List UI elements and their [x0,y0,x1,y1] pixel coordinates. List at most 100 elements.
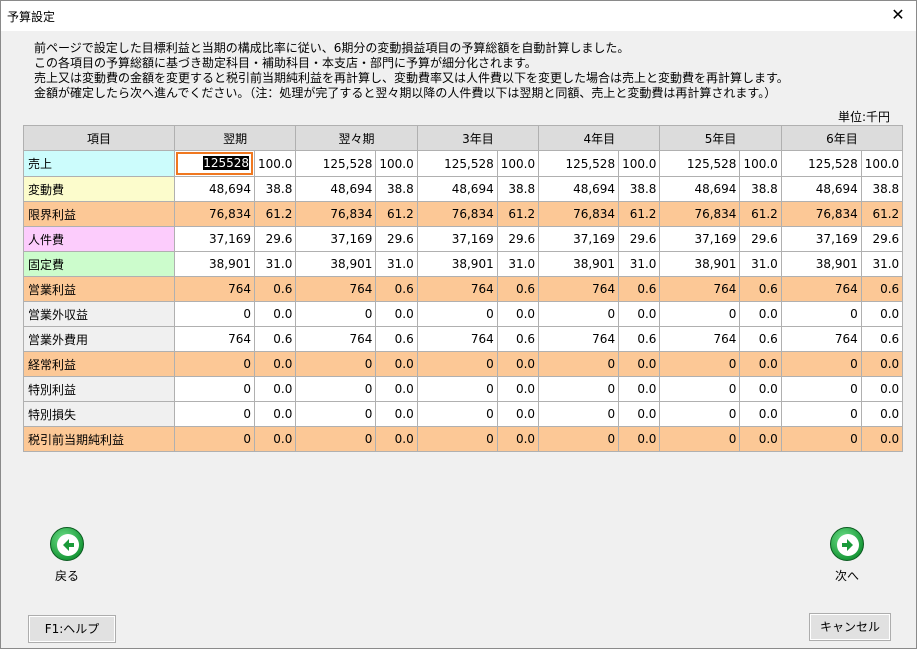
amount-cell[interactable]: 125,528 [538,150,620,177]
amount-cell[interactable]: 764 [174,326,255,352]
amount-cell[interactable]: 0 [780,351,862,377]
amount-cell[interactable]: 48,694 [780,176,862,202]
amount-cell[interactable]: 764 [780,326,862,352]
ratio-cell[interactable]: 0.0 [253,401,297,427]
ratio-cell[interactable]: 0.0 [253,426,297,452]
amount-cell[interactable]: 0 [295,376,377,402]
amount-cell[interactable]: 0 [416,351,498,377]
amount-cell[interactable]: 0 [295,401,377,427]
ratio-cell[interactable]: 38.8 [860,176,904,202]
amount-cell[interactable]: 76,834 [295,201,377,227]
ratio-cell[interactable]: 0.0 [618,351,661,377]
ratio-cell[interactable]: 38.8 [739,176,782,202]
amount-cell[interactable]: 48,694 [416,176,498,202]
ratio-cell[interactable]: 31.0 [739,251,782,277]
amount-cell[interactable]: 38,901 [538,251,620,277]
amount-input[interactable]: 125528 [176,152,253,175]
ratio-cell[interactable]: 0.6 [860,276,904,302]
amount-cell[interactable]: 0 [174,376,255,402]
ratio-cell[interactable]: 0.0 [618,426,661,452]
ratio-cell[interactable]: 0.0 [375,301,418,327]
amount-cell[interactable]: 38,901 [780,251,862,277]
ratio-cell[interactable]: 0.6 [496,326,540,352]
amount-cell[interactable]: 76,834 [659,201,741,227]
amount-cell[interactable]: 76,834 [174,201,255,227]
amount-cell[interactable]: 764 [295,326,377,352]
amount-cell[interactable]: 0 [538,401,620,427]
amount-cell[interactable]: 37,169 [780,226,862,252]
ratio-cell[interactable]: 0.0 [739,401,782,427]
amount-cell[interactable]: 0 [659,301,741,327]
ratio-cell[interactable]: 0.6 [739,276,782,302]
ratio-cell[interactable]: 0.0 [618,401,661,427]
ratio-cell[interactable]: 0.6 [618,326,661,352]
amount-cell[interactable]: 38,901 [416,251,498,277]
amount-cell[interactable]: 0 [659,401,741,427]
ratio-cell[interactable]: 0.6 [739,326,782,352]
ratio-cell[interactable]: 0.0 [375,401,418,427]
ratio-cell[interactable]: 0.0 [860,301,904,327]
amount-cell[interactable]: 764 [659,276,741,302]
ratio-cell[interactable]: 31.0 [253,251,297,277]
amount-cell[interactable]: 0 [416,401,498,427]
amount-cell[interactable]: 0 [538,426,620,452]
amount-cell[interactable]: 125,528 [780,150,862,177]
ratio-cell[interactable]: 0.0 [496,301,540,327]
ratio-cell[interactable]: 31.0 [618,251,661,277]
ratio-cell[interactable]: 100.0 [739,150,782,177]
amount-cell[interactable]: 37,169 [416,226,498,252]
ratio-cell[interactable]: 31.0 [375,251,418,277]
ratio-cell[interactable]: 0.0 [860,426,904,452]
amount-cell[interactable]: 38,901 [659,251,741,277]
ratio-cell[interactable]: 0.0 [618,301,661,327]
ratio-cell[interactable]: 0.6 [253,326,297,352]
amount-cell[interactable]: 0 [174,301,255,327]
ratio-cell[interactable]: 0.0 [739,426,782,452]
amount-cell[interactable]: 764 [174,276,255,302]
ratio-cell[interactable]: 0.0 [618,376,661,402]
ratio-cell[interactable]: 0.0 [253,301,297,327]
ratio-cell[interactable]: 0.0 [739,301,782,327]
ratio-cell[interactable]: 29.6 [253,226,297,252]
amount-cell[interactable]: 37,169 [659,226,741,252]
amount-cell[interactable]: 0 [780,401,862,427]
amount-cell[interactable]: 764 [780,276,862,302]
ratio-cell[interactable]: 61.2 [496,201,540,227]
ratio-cell[interactable]: 29.6 [375,226,418,252]
ratio-cell[interactable]: 0.6 [496,276,540,302]
amount-cell[interactable]: 125,528 [295,150,377,177]
ratio-cell[interactable]: 0.0 [496,426,540,452]
amount-cell[interactable]: 0 [780,301,862,327]
ratio-cell[interactable]: 100.0 [375,150,418,177]
ratio-cell[interactable]: 0.0 [253,376,297,402]
amount-cell[interactable]: 0 [538,351,620,377]
amount-cell[interactable]: 764 [538,276,620,302]
ratio-cell[interactable]: 61.2 [739,201,782,227]
ratio-cell[interactable]: 100.0 [496,150,540,177]
ratio-cell[interactable]: 0.0 [860,401,904,427]
amount-cell[interactable]: 0 [416,376,498,402]
amount-cell[interactable]: 0 [174,351,255,377]
ratio-cell[interactable]: 0.0 [496,351,540,377]
amount-cell[interactable]: 0 [295,351,377,377]
amount-cell[interactable]: 0 [174,426,255,452]
ratio-cell[interactable]: 0.6 [860,326,904,352]
amount-cell[interactable]: 37,169 [538,226,620,252]
amount-cell[interactable]: 76,834 [538,201,620,227]
amount-cell[interactable]: 764 [416,326,498,352]
amount-cell[interactable]: 0 [174,401,255,427]
ratio-cell[interactable]: 0.0 [739,376,782,402]
next-button[interactable]: 次へ [817,527,877,584]
ratio-cell[interactable]: 0.0 [739,351,782,377]
ratio-cell[interactable]: 38.8 [375,176,418,202]
ratio-cell[interactable]: 0.0 [860,376,904,402]
amount-cell[interactable]: 48,694 [659,176,741,202]
ratio-cell[interactable]: 29.6 [739,226,782,252]
close-button[interactable]: ✕ [886,5,910,27]
ratio-cell[interactable]: 0.0 [375,376,418,402]
amount-cell[interactable]: 125,528 [659,150,741,177]
ratio-cell[interactable]: 0.6 [618,276,661,302]
ratio-cell[interactable]: 61.2 [860,201,904,227]
ratio-cell[interactable]: 29.6 [496,226,540,252]
help-button[interactable]: F1:ヘルプ [28,615,116,643]
